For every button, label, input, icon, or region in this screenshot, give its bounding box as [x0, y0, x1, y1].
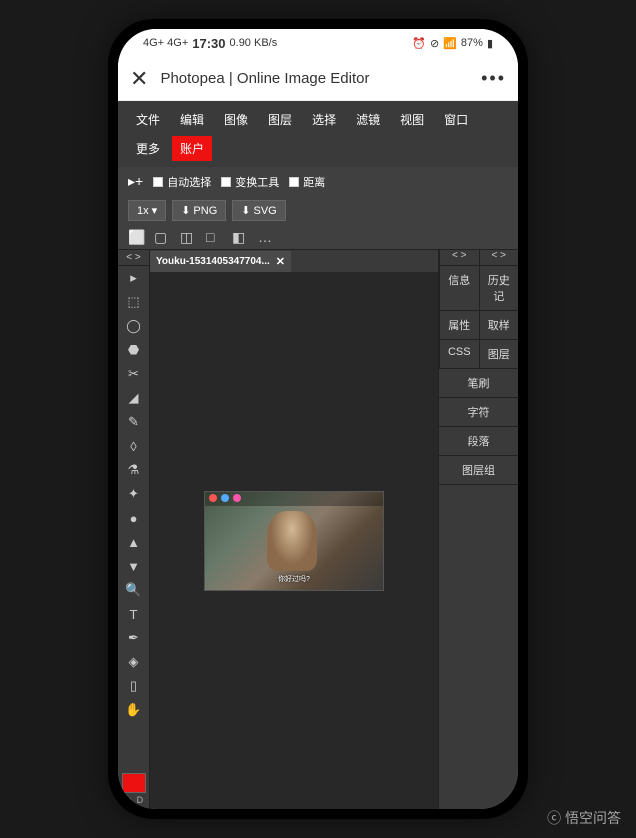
text-tool[interactable]: T [118, 602, 149, 626]
overlay-marker [209, 494, 217, 502]
align-top-icon[interactable]: □ [206, 229, 222, 245]
heal-tool[interactable]: ✎ [118, 410, 149, 434]
export-bar: 1x ▾ ⬇ PNG ⬇ SVG [118, 196, 518, 225]
align-center-h-icon[interactable]: ▢ [154, 229, 170, 245]
tools-collapse[interactable]: < > [118, 250, 149, 266]
panel-css[interactable]: CSS [439, 340, 479, 368]
panel-swatches[interactable]: 取样 [479, 311, 519, 339]
transform-tool-option[interactable]: 变换工具 [221, 174, 279, 190]
move-tool-icon[interactable]: ▸+ [128, 173, 143, 190]
menu-bar: 文件 编辑 图像 图层 选择 滤镜 视图 窗口 更多 账户 [118, 101, 518, 167]
menu-view[interactable]: 视图 [392, 107, 432, 132]
dodge-tool[interactable]: ▼ [118, 554, 149, 578]
auto-select-checkbox[interactable] [153, 177, 163, 187]
overlay-marker [233, 494, 241, 502]
menu-account[interactable]: 账户 [172, 136, 212, 161]
auto-select-option[interactable]: 自动选择 [153, 174, 211, 190]
menu-filter[interactable]: 滤镜 [348, 107, 388, 132]
swap-colors-icon[interactable]: ↑↓ [124, 795, 133, 805]
file-tab-name: Youku-1531405347704... [156, 256, 270, 267]
battery-percent: 87% [461, 37, 483, 49]
menu-layer[interactable]: 图层 [260, 107, 300, 132]
menu-more[interactable]: 更多 [128, 136, 168, 161]
marquee-tool[interactable]: ⬚ [118, 290, 149, 314]
foreground-color[interactable] [122, 773, 146, 793]
zoom-dropdown[interactable]: 1x ▾ [128, 200, 166, 221]
download-icon: ⬇ [241, 204, 250, 217]
signal-icon: 4G+ 4G+ [143, 37, 188, 49]
default-colors-icon[interactable]: D [137, 795, 144, 805]
distance-option[interactable]: 距离 [289, 174, 325, 190]
align-bar: ⬜ ▢ ◫ □ ◧ … [118, 225, 518, 250]
download-icon: ⬇ [181, 204, 190, 217]
shape-tool[interactable]: ▯ [118, 674, 149, 698]
image-subject [267, 511, 317, 571]
distance-checkbox[interactable] [289, 177, 299, 187]
phone-frame: 4G+ 4G+ 17:30 0.90 KB/s ⏰ ⊘ 📶 87% ▮ ✕ Ph… [108, 19, 528, 819]
options-bar: ▸+ 自动选择 变换工具 距离 [118, 167, 518, 196]
panel-info[interactable]: 信息 [439, 266, 479, 310]
phone-screen: 4G+ 4G+ 17:30 0.90 KB/s ⏰ ⊘ 📶 87% ▮ ✕ Ph… [118, 29, 518, 809]
panel-collapse-1[interactable]: < > [439, 250, 479, 266]
lasso-tool[interactable]: ◯ [118, 314, 149, 338]
align-more-icon[interactable]: … [258, 229, 274, 245]
image-caption: 你好过吗? [205, 574, 383, 584]
blur-tool[interactable]: ▲ [118, 530, 149, 554]
status-time: 17:30 [192, 36, 225, 51]
menu-edit[interactable]: 编辑 [172, 107, 212, 132]
file-tab[interactable]: Youku-1531405347704... ✕ [150, 251, 291, 272]
canvas[interactable]: 你好过吗? [150, 272, 438, 809]
main-area: < > ▸ ⬚ ◯ ⬣ ✂ ◢ ✎ ◊ ⚗ ✦ ● ▲ ▼ 🔍 T ✒ ◈ ▯ … [118, 250, 518, 809]
brush-tool[interactable]: ◊ [118, 434, 149, 458]
panel-paragraph[interactable]: 段落 [439, 427, 518, 455]
path-tool[interactable]: ◈ [118, 650, 149, 674]
tools-panel: < > ▸ ⬚ ◯ ⬣ ✂ ◢ ✎ ◊ ⚗ ✦ ● ▲ ▼ 🔍 T ✒ ◈ ▯ … [118, 250, 150, 809]
wand-tool[interactable]: ⬣ [118, 338, 149, 362]
align-left-icon[interactable]: ⬜ [128, 229, 144, 245]
menu-window[interactable]: 窗口 [436, 107, 476, 132]
alarm-icon: ⏰ [412, 37, 426, 50]
panel-collapse-2[interactable]: < > [479, 250, 519, 266]
eyedropper-tool[interactable]: ◢ [118, 386, 149, 410]
eraser-tool[interactable]: ✦ [118, 482, 149, 506]
zoom-tool[interactable]: 🔍 [118, 578, 149, 602]
panel-properties[interactable]: 属性 [439, 311, 479, 339]
color-swatches: ↑↓ D [118, 769, 149, 809]
menu-file[interactable]: 文件 [128, 107, 168, 132]
image-content[interactable]: 你好过吗? [204, 491, 384, 591]
panel-layer-comps[interactable]: 图层组 [439, 456, 518, 484]
wifi-icon: 📶 [443, 37, 457, 50]
hand-tool[interactable]: ✋ [118, 698, 149, 722]
battery-icon: ▮ [487, 37, 493, 50]
transform-checkbox[interactable] [221, 177, 231, 187]
document-tabs: Youku-1531405347704... ✕ [150, 250, 438, 272]
page-title: Photopea | Online Image Editor [160, 70, 481, 87]
align-center-v-icon[interactable]: ◧ [232, 229, 248, 245]
export-png-button[interactable]: ⬇ PNG [172, 200, 226, 221]
export-svg-button[interactable]: ⬇ SVG [232, 200, 285, 221]
menu-select[interactable]: 选择 [304, 107, 344, 132]
overlay-marker [221, 494, 229, 502]
panel-character[interactable]: 字符 [439, 398, 518, 426]
panel-brush[interactable]: 笔刷 [439, 369, 518, 397]
watermark: ⓒ 悟空问答 [547, 808, 621, 828]
network-speed: 0.90 KB/s [230, 37, 278, 49]
dnd-icon: ⊘ [430, 37, 439, 50]
clone-tool[interactable]: ⚗ [118, 458, 149, 482]
app-header: ✕ Photopea | Online Image Editor ••• [118, 57, 518, 101]
pen-tool[interactable]: ✒ [118, 626, 149, 650]
canvas-area: Youku-1531405347704... ✕ 你好过吗? [150, 250, 438, 809]
panel-layers[interactable]: 图层 [479, 340, 519, 368]
align-right-icon[interactable]: ◫ [180, 229, 196, 245]
menu-image[interactable]: 图像 [216, 107, 256, 132]
move-tool[interactable]: ▸ [118, 266, 149, 290]
status-bar: 4G+ 4G+ 17:30 0.90 KB/s ⏰ ⊘ 📶 87% ▮ [118, 29, 518, 57]
right-panels: < > < > 信息 历史记 属性 取样 CSS 图层 笔刷 [438, 250, 518, 809]
tab-close-icon[interactable]: ✕ [276, 255, 285, 268]
close-icon[interactable]: ✕ [130, 66, 148, 92]
crop-tool[interactable]: ✂ [118, 362, 149, 386]
more-icon[interactable]: ••• [481, 68, 506, 89]
gradient-tool[interactable]: ● [118, 506, 149, 530]
panel-history[interactable]: 历史记 [479, 266, 519, 310]
